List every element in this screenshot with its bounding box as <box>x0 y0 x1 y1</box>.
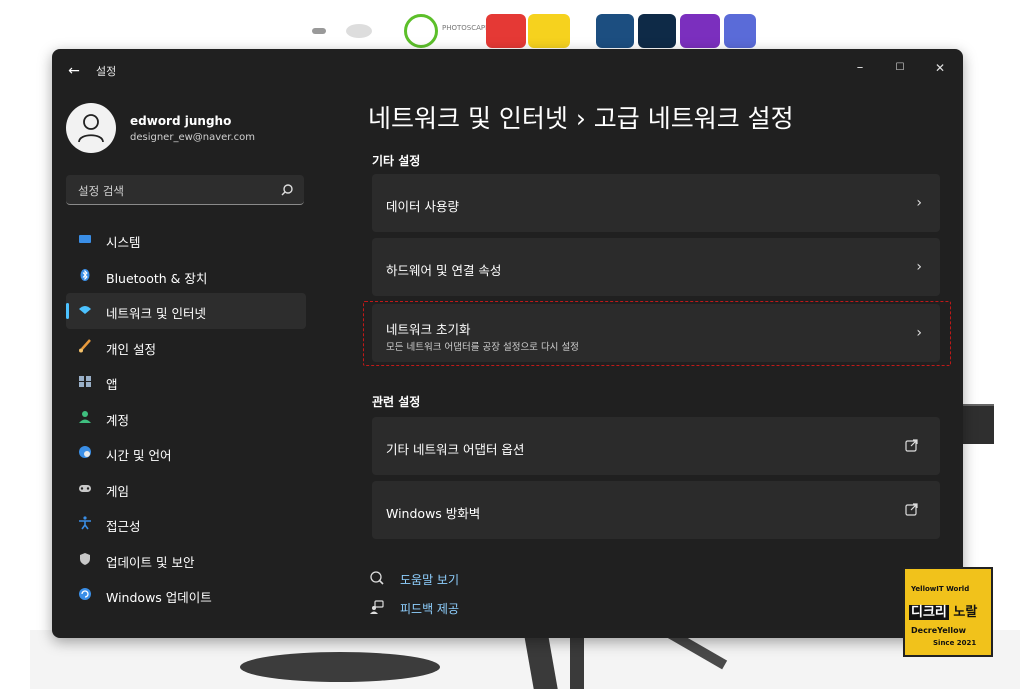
feedback-icon <box>370 600 384 614</box>
minimize-button[interactable]: – <box>842 55 878 81</box>
sidebar-item-label: 앱 <box>106 377 118 392</box>
sidebar-item-label: 시간 및 언어 <box>106 448 172 463</box>
watermark-main-light: 노랄 <box>953 605 978 620</box>
sidebar-item-windows-update[interactable]: Windows 업데이트 <box>66 577 306 613</box>
highlight-annotation <box>363 301 951 366</box>
accessibility-icon <box>79 516 91 530</box>
sidebar-item-personalization[interactable]: 개인 설정 <box>66 329 306 365</box>
desktop-app-icon[interactable] <box>724 14 756 48</box>
bluetooth-icon <box>80 268 90 281</box>
sidebar-item-label: 접근성 <box>106 519 141 534</box>
sidebar-item-network[interactable]: 네트워크 및 인터넷 <box>66 293 306 329</box>
page-title: 네트워크 및 인터넷 › 고급 네트워크 설정 <box>368 104 794 133</box>
sidebar-item-accounts[interactable]: 계정 <box>66 400 306 436</box>
sidebar-item-system[interactable]: 시스템 <box>66 222 306 258</box>
card-windows-firewall[interactable]: Windows 방화벽 <box>372 481 940 539</box>
sidebar-item-label: 계정 <box>106 412 130 428</box>
desktop-app-icon[interactable] <box>346 24 372 38</box>
watermark-main-dark: 디크리 <box>909 605 949 620</box>
sidebar-item-time-language[interactable]: 시간 및 언어 <box>66 435 306 471</box>
settings-window: ← 설정 – ☐ ✕ edword jungho designer_ew@nav… <box>52 49 963 638</box>
chevron-right-icon: › <box>916 195 922 211</box>
sidebar-item-label: 네트워크 및 인터넷 <box>106 306 206 321</box>
watermark-brand: DecreYellow <box>911 626 967 635</box>
desktop-background-top: PHOTOSCAPE <box>0 0 1024 50</box>
desktop-app-icon[interactable] <box>312 28 326 34</box>
sidebar-item-label: 게임 <box>106 483 130 499</box>
monitor-icon <box>79 235 91 243</box>
title-bar: ← 설정 – ☐ ✕ <box>52 49 963 93</box>
chevron-right-icon: › <box>916 259 922 275</box>
card-data-usage[interactable]: 데이터 사용량 › <box>372 174 940 232</box>
user-profile[interactable]: edword jungho designer_ew@naver.com <box>66 103 326 155</box>
desktop-app-icon[interactable] <box>596 14 634 48</box>
sidebar-item-apps[interactable]: 앱 <box>66 364 306 400</box>
desktop-app-icon[interactable] <box>404 14 438 48</box>
card-hardware-connection-properties[interactable]: 하드웨어 및 연결 속성 › <box>372 238 940 296</box>
sidebar-item-label: Windows 업데이트 <box>106 590 212 605</box>
app-title: 설정 <box>96 65 117 78</box>
shield-icon <box>80 552 90 565</box>
desktop-object <box>960 404 994 444</box>
desktop-app-icon[interactable] <box>528 14 570 48</box>
user-email: designer_ew@naver.com <box>130 132 256 143</box>
selection-indicator <box>66 303 69 319</box>
external-link-icon <box>905 439 918 452</box>
sidebar-item-label: 시스템 <box>106 235 141 250</box>
person-icon <box>78 114 104 143</box>
back-arrow-icon[interactable]: ← <box>64 61 84 81</box>
apps-icon <box>79 376 91 387</box>
sidebar-item-label: 업데이트 및 보안 <box>106 554 195 570</box>
maximize-button[interactable]: ☐ <box>882 55 918 81</box>
help-icon <box>370 571 384 585</box>
sidebar-item-accessibility[interactable]: 접근성 <box>66 506 306 542</box>
person-icon <box>79 410 91 423</box>
desktop-app-icon[interactable] <box>486 14 526 48</box>
help-link-label: 도움말 보기 <box>400 573 460 587</box>
avatar <box>66 103 116 153</box>
search-icon[interactable] <box>280 183 294 197</box>
desktop-app-icon[interactable] <box>680 14 720 48</box>
feedback-link-label: 피드백 제공 <box>400 602 460 616</box>
section-heading-related-settings: 관련 설정 <box>372 395 421 409</box>
update-icon <box>79 588 91 600</box>
external-link-icon <box>905 503 918 516</box>
card-more-network-adapter-options[interactable]: 기타 네트워크 어댑터 옵션 <box>372 417 940 475</box>
brush-icon <box>79 338 91 352</box>
card-title: 기타 네트워크 어댑터 옵션 <box>386 442 525 457</box>
wifi-icon <box>79 306 91 314</box>
gamepad-icon <box>79 484 91 492</box>
search-placeholder: 설정 검색 <box>78 184 124 198</box>
globe-clock-icon <box>79 446 91 458</box>
sidebar-item-update-security[interactable]: 업데이트 및 보안 <box>66 542 306 578</box>
sidebar-nav: 시스템 Bluetooth & 장치 네트워크 및 인터넷 개인 설정 앱 계정… <box>66 222 306 613</box>
card-title: Windows 방화벽 <box>386 506 481 521</box>
watermark-main-text: 디크리 노랄 <box>909 601 977 620</box>
card-title: 하드웨어 및 연결 속성 <box>386 263 502 278</box>
photoscape-label: PHOTOSCAPE <box>442 24 490 32</box>
card-title: 데이터 사용량 <box>386 199 459 214</box>
close-button[interactable]: ✕ <box>922 55 958 81</box>
watermark-since: Since 2021 <box>933 639 977 647</box>
section-heading-other-settings: 기타 설정 <box>372 154 421 168</box>
sidebar-item-bluetooth[interactable]: Bluetooth & 장치 <box>66 258 306 294</box>
watermark-top-text: YellowIT World <box>911 585 970 593</box>
sidebar-item-gaming[interactable]: 게임 <box>66 471 306 507</box>
settings-search-input[interactable]: 설정 검색 <box>66 175 304 205</box>
desktop-background-bottom <box>30 630 1020 689</box>
desktop-app-icon[interactable] <box>638 14 676 48</box>
user-name: edword jungho <box>130 114 232 128</box>
watermark-logo: YellowIT World 디크리 노랄 DecreYellow Since … <box>903 567 993 657</box>
sidebar-item-label: Bluetooth & 장치 <box>106 270 208 286</box>
sidebar-item-label: 개인 설정 <box>106 341 156 357</box>
